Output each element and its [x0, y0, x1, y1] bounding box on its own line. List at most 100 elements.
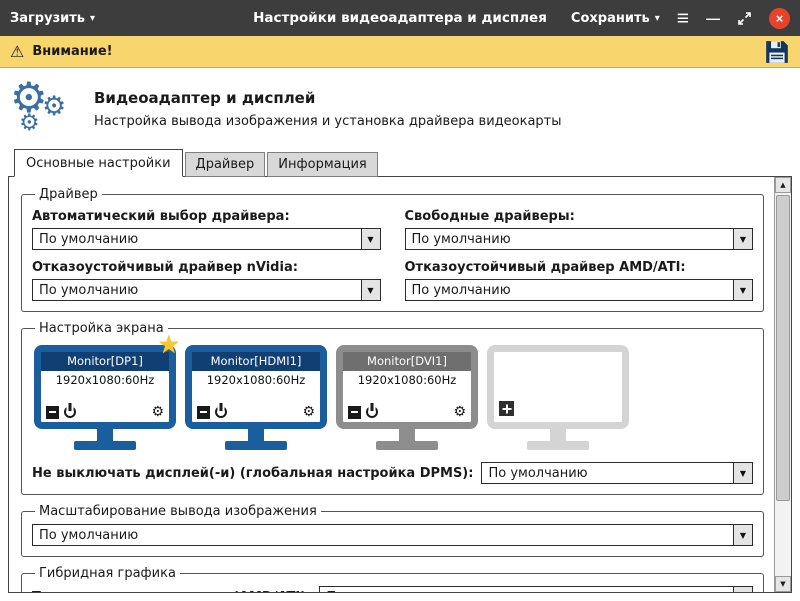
- chevron-down-icon[interactable]: ▼: [733, 229, 752, 249]
- load-menu-label: Загрузить: [10, 11, 85, 26]
- minimize-button[interactable]: —: [706, 10, 720, 26]
- group-hybrid: Гибридная графика Только дискретное виде…: [21, 566, 764, 592]
- auto-driver-select[interactable]: По умолчанию ▼: [32, 228, 381, 250]
- chevron-down-icon[interactable]: ▼: [733, 525, 752, 545]
- app-window: Настройки видеоадаптера и дисплея Загруз…: [0, 0, 800, 601]
- chevron-down-icon: ▾: [655, 13, 660, 24]
- combo-value: По умолчанию: [406, 229, 734, 249]
- monitor-settings-gear-icon[interactable]: ⚙: [302, 405, 315, 419]
- power-icon[interactable]: [64, 406, 76, 418]
- tab-driver[interactable]: Драйвер: [185, 152, 266, 177]
- monitor-settings-gear-icon[interactable]: ⚙: [453, 405, 466, 419]
- chevron-down-icon[interactable]: ▼: [361, 229, 380, 249]
- quick-save-button[interactable]: [764, 39, 790, 65]
- nvidia-failsafe-select[interactable]: По умолчанию ▼: [32, 279, 381, 301]
- tab-main-settings[interactable]: Основные настройки: [14, 149, 183, 177]
- field-label: Свободные драйверы:: [405, 209, 754, 224]
- chevron-down-icon[interactable]: ▼: [733, 587, 752, 592]
- monitor-resolution: 1920x1080:60Hz: [41, 371, 169, 389]
- page-title: Видеоадаптер и дисплей: [94, 89, 562, 107]
- scroll-down-button[interactable]: ▼: [775, 576, 791, 592]
- power-icon[interactable]: [366, 406, 378, 418]
- tab-bar: Основные настройки Драйвер Информация: [0, 148, 800, 176]
- close-button[interactable]: ×: [769, 8, 790, 29]
- monitor-name: Monitor[HDMI1]: [192, 352, 320, 371]
- power-icon[interactable]: [215, 406, 227, 418]
- combo-value: По умолчанию: [33, 525, 733, 545]
- group-screen-legend: Настройка экрана: [35, 321, 168, 336]
- monitor-card-hdmi1[interactable]: Monitor[HDMI1] 1920x1080:60Hz ⚙: [185, 345, 327, 450]
- field-amdati-failsafe: Отказоустойчивый драйвер AMD/ATI: По умо…: [405, 258, 754, 301]
- chevron-down-icon[interactable]: ▼: [733, 280, 752, 300]
- combo-value: По умолчанию: [482, 463, 733, 483]
- monitor-row: ★ Monitor[DP1] 1920x1080:60Hz ⚙: [34, 345, 753, 450]
- warning-text: Внимание!: [32, 44, 112, 59]
- monitor-resolution: 1920x1080:60Hz: [343, 371, 471, 389]
- group-driver: Драйвер Автоматический выбор драйвера: П…: [21, 187, 764, 312]
- scaling-select[interactable]: По умолчанию ▼: [32, 524, 753, 546]
- vertical-scrollbar[interactable]: ▲ ▼: [774, 177, 791, 592]
- chevron-down-icon: ▾: [90, 13, 95, 24]
- primary-star-icon: ★: [158, 332, 180, 357]
- tab-information[interactable]: Информация: [267, 152, 377, 177]
- monitor-card-dvi1[interactable]: Monitor[DVI1] 1920x1080:60Hz ⚙: [336, 345, 478, 450]
- field-nvidia-failsafe: Отказоустойчивый драйвер nVidia: По умол…: [32, 258, 381, 301]
- field-label: Только дискретное видео (AMD/ATI):: [32, 590, 311, 593]
- monitor-name: Monitor[DP1]: [41, 352, 169, 371]
- save-icon: [764, 39, 790, 65]
- field-label: Отказоустойчивый драйвер nVidia:: [32, 260, 381, 275]
- save-menu-button[interactable]: Сохранить ▾: [571, 11, 660, 26]
- monitor-name: Monitor[DVI1]: [343, 352, 471, 371]
- chevron-down-icon[interactable]: ▼: [361, 280, 380, 300]
- combo-value: По умолчанию: [33, 229, 361, 249]
- add-monitor-icon[interactable]: [499, 401, 514, 416]
- combo-value: По умолчанию: [33, 280, 361, 300]
- warning-bar: ⚠ Внимание!: [0, 36, 800, 68]
- save-menu-label: Сохранить: [571, 11, 650, 26]
- remove-monitor-icon[interactable]: [197, 406, 210, 419]
- load-menu-button[interactable]: Загрузить ▾: [10, 11, 95, 26]
- free-drivers-select[interactable]: По умолчанию ▼: [405, 228, 754, 250]
- scrollbar-track[interactable]: [775, 193, 791, 576]
- titlebar: Настройки видеоадаптера и дисплея Загруз…: [0, 0, 800, 36]
- hamburger-icon: ≡: [677, 8, 689, 29]
- main-menu-button[interactable]: ≡: [677, 8, 689, 29]
- monitor-card-dp1[interactable]: ★ Monitor[DP1] 1920x1080:60Hz ⚙: [34, 345, 176, 450]
- maximize-button[interactable]: [737, 11, 752, 26]
- field-label: Не выключать дисплей(-и) (глобальная нас…: [32, 466, 473, 481]
- combo-value: По умолчанию: [320, 587, 733, 592]
- group-scaling-legend: Масштабирование вывода изображения: [35, 504, 321, 519]
- field-free-drivers: Свободные драйверы: По умолчанию ▼: [405, 207, 754, 250]
- content-panel: Драйвер Автоматический выбор драйвера: П…: [8, 176, 792, 593]
- warning-icon: ⚠: [10, 44, 24, 60]
- field-auto-driver: Автоматический выбор драйвера: По умолча…: [32, 207, 381, 250]
- dpms-select[interactable]: По умолчанию ▼: [481, 462, 753, 484]
- chevron-down-icon[interactable]: ▼: [733, 463, 752, 483]
- field-label: Отказоустойчивый драйвер AMD/ATI:: [405, 260, 754, 275]
- group-screen: Настройка экрана ★ Monitor[DP1] 1920x108…: [21, 321, 764, 495]
- scroll-up-button[interactable]: ▲: [775, 177, 791, 193]
- page-subtitle: Настройка вывода изображения и установка…: [94, 114, 562, 129]
- add-monitor-card[interactable]: [487, 345, 629, 450]
- close-icon: ×: [776, 12, 784, 25]
- scroll-down-icon: ▼: [780, 580, 785, 588]
- amdati-failsafe-select[interactable]: По умолчанию ▼: [405, 279, 754, 301]
- field-discrete-video: Только дискретное видео (AMD/ATI): По ум…: [32, 586, 753, 592]
- gears-icon: ⚙ ⚙ ⚙: [10, 80, 72, 138]
- group-scaling: Масштабирование вывода изображения По ум…: [21, 504, 764, 557]
- discrete-video-select[interactable]: По умолчанию ▼: [319, 586, 753, 592]
- group-driver-legend: Драйвер: [35, 187, 102, 202]
- expand-icon: [737, 11, 752, 26]
- monitor-resolution: 1920x1080:60Hz: [192, 371, 320, 389]
- page-header: ⚙ ⚙ ⚙ Видеоадаптер и дисплей Настройка в…: [0, 68, 800, 148]
- remove-monitor-icon[interactable]: [348, 406, 361, 419]
- field-dpms: Не выключать дисплей(-и) (глобальная нас…: [32, 462, 753, 484]
- scroll-area: Драйвер Автоматический выбор драйвера: П…: [9, 177, 774, 592]
- field-label: Автоматический выбор драйвера:: [32, 209, 381, 224]
- remove-monitor-icon[interactable]: [46, 406, 59, 419]
- monitor-settings-gear-icon[interactable]: ⚙: [151, 405, 164, 419]
- scrollbar-thumb[interactable]: [776, 195, 790, 501]
- group-hybrid-legend: Гибридная графика: [35, 566, 180, 581]
- combo-value: По умолчанию: [406, 280, 734, 300]
- minimize-icon: —: [706, 10, 720, 26]
